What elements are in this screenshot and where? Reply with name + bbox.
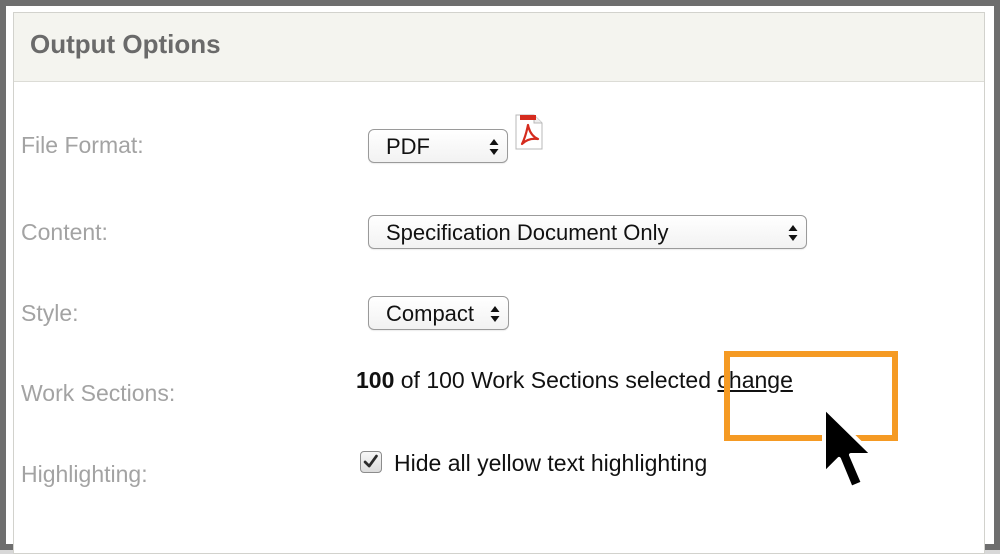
file-format-label: File Format: bbox=[21, 132, 144, 158]
mouse-pointer-icon bbox=[822, 405, 875, 490]
select-arrows-icon bbox=[788, 225, 798, 241]
content-label: Content: bbox=[21, 219, 108, 245]
hide-highlighting-checkbox[interactable] bbox=[360, 451, 382, 473]
select-arrows-icon bbox=[489, 139, 499, 155]
style-label: Style: bbox=[21, 300, 79, 326]
style-select-value: Compact bbox=[386, 301, 475, 326]
panel-title: Output Options bbox=[30, 29, 221, 59]
file-format-select-value: PDF bbox=[386, 134, 430, 159]
panel-header: Output Options bbox=[14, 13, 984, 82]
highlighting-label: Highlighting: bbox=[21, 461, 148, 487]
content-select-value: Specification Document Only bbox=[386, 220, 669, 245]
checkmark-icon bbox=[363, 454, 378, 468]
select-arrows-icon bbox=[490, 306, 500, 322]
work-sections-summary-text: of 100 Work Sections selected bbox=[394, 367, 718, 393]
work-sections-label: Work Sections: bbox=[21, 380, 176, 406]
content-select[interactable]: Specification Document Only bbox=[368, 215, 807, 249]
work-sections-selected-count: 100 bbox=[356, 367, 395, 393]
pdf-file-icon bbox=[515, 114, 543, 150]
hide-highlighting-label[interactable]: Hide all yellow text highlighting bbox=[394, 450, 707, 477]
style-select[interactable]: Compact bbox=[368, 296, 509, 330]
file-format-select[interactable]: PDF bbox=[368, 129, 508, 163]
